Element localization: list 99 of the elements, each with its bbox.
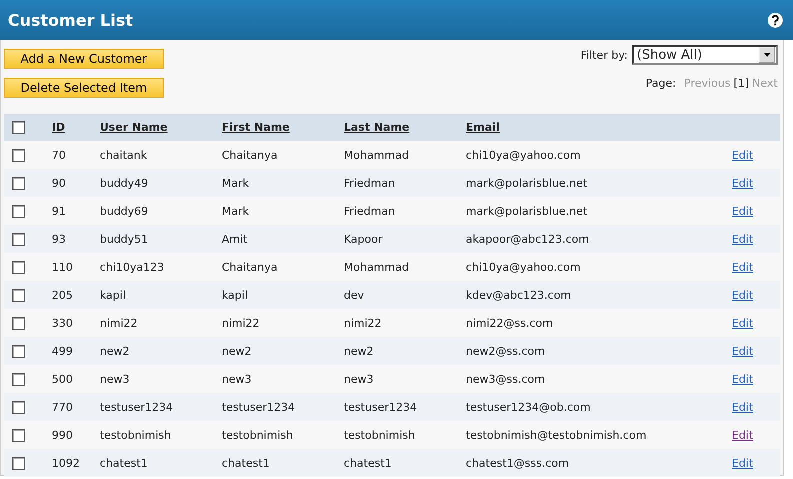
table-cell: testobnimish <box>100 428 172 442</box>
edit-link[interactable]: Edit <box>732 260 754 274</box>
edit-link[interactable]: Edit <box>732 288 754 302</box>
table-cell: nimi22@ss.com <box>466 316 554 330</box>
table-cell: 500 <box>52 372 73 386</box>
column-header[interactable]: Email <box>466 121 500 134</box>
table-cell: Friedman <box>344 204 396 218</box>
table-cell: dev <box>344 288 364 302</box>
edit-link[interactable]: Edit <box>732 400 754 414</box>
table-cell: 330 <box>52 316 73 330</box>
table-cell: 110 <box>52 260 73 274</box>
table-cell: chaitank <box>100 148 148 162</box>
table-cell: new3 <box>100 372 130 386</box>
table-cell: Mark <box>222 204 250 218</box>
table-cell: 205 <box>52 288 73 302</box>
checkbox[interactable] <box>12 288 25 302</box>
table-cell: Amit <box>222 232 248 246</box>
checkbox[interactable] <box>12 204 25 218</box>
table-cell: testobnimish <box>344 428 416 442</box>
table-cell: Mohammad <box>344 260 410 274</box>
checkbox[interactable] <box>12 260 25 274</box>
window-title: Customer List <box>8 10 134 30</box>
table-cell: testobnimish@testobnimish.com <box>466 428 647 442</box>
edit-link[interactable]: Edit <box>732 232 754 246</box>
edit-link[interactable]: Edit <box>732 344 754 358</box>
checkbox[interactable] <box>12 121 25 134</box>
edit-link[interactable]: Edit <box>732 204 754 218</box>
table-cell: 93 <box>52 232 66 246</box>
table-cell: chi10ya123 <box>100 260 164 274</box>
table-cell: testuser1234 <box>100 400 174 414</box>
table-cell: chatest1@sss.com <box>466 456 570 470</box>
table-cell: new3 <box>344 372 374 386</box>
table-cell: kdev@abc123.com <box>466 288 572 302</box>
table-cell: testuser1234 <box>344 400 418 414</box>
table-cell: kapil <box>222 288 248 302</box>
table-cell: buddy49 <box>100 176 148 190</box>
column-header[interactable]: ID <box>52 121 66 134</box>
table-cell: buddy51 <box>100 232 148 246</box>
edit-link[interactable]: Edit <box>732 372 754 386</box>
checkbox[interactable] <box>12 148 25 162</box>
table-cell: testobnimish <box>222 428 294 442</box>
table-cell: chatest1 <box>100 456 148 470</box>
table-cell: new3 <box>222 372 252 386</box>
checkbox[interactable] <box>12 344 25 358</box>
column-header[interactable]: Last Name <box>344 121 410 134</box>
table-cell: testuser1234 <box>222 400 296 414</box>
table-cell: testuser1234@ob.com <box>466 400 591 414</box>
table-cell: Friedman <box>344 176 396 190</box>
help-icon[interactable] <box>768 12 783 28</box>
table-cell: Mohammad <box>344 148 410 162</box>
current-page: [1] <box>734 77 750 90</box>
table-cell: Kapoor <box>344 232 383 246</box>
table-cell: mark@polarisblue.net <box>466 176 588 190</box>
table-cell: Mark <box>222 176 250 190</box>
table-cell: 70 <box>52 148 66 162</box>
table-cell: 91 <box>52 204 66 218</box>
table-cell: 1092 <box>52 456 80 470</box>
table-cell: new2 <box>344 344 374 358</box>
edit-link[interactable]: Edit <box>732 176 754 190</box>
table-cell: Chaitanya <box>222 148 278 162</box>
table-cell: mark@polarisblue.net <box>466 204 588 218</box>
checkbox[interactable] <box>12 176 25 190</box>
checkbox[interactable] <box>12 372 25 386</box>
table-cell: nimi22 <box>222 316 260 330</box>
column-header[interactable]: User Name <box>100 121 168 134</box>
table-cell: chi10ya@yahoo.com <box>466 148 581 162</box>
filter-label: Filter by: <box>580 48 628 62</box>
table-cell: chatest1 <box>222 456 270 470</box>
table-cell: nimi22 <box>100 316 138 330</box>
checkbox[interactable] <box>12 232 25 246</box>
page-label: Page: <box>646 77 676 90</box>
table-cell: new2@ss.com <box>466 344 546 358</box>
table-cell: 90 <box>52 176 66 190</box>
edit-link[interactable]: Edit <box>732 428 754 442</box>
table-cell: new2 <box>100 344 130 358</box>
add-button[interactable]: Add a New Customer <box>4 49 164 69</box>
table-cell: 770 <box>52 400 73 414</box>
table-cell: Chaitanya <box>222 260 278 274</box>
filter-dropdown[interactable]: (Show All) <box>632 45 778 65</box>
dropdown-arrow-icon <box>764 53 770 57</box>
table-cell: new3@ss.com <box>466 372 546 386</box>
table-cell: kapil <box>100 288 126 302</box>
checkbox[interactable] <box>12 316 25 330</box>
table-cell: chi10ya@yahoo.com <box>466 260 581 274</box>
table-cell: akapoor@abc123.com <box>466 232 590 246</box>
checkbox[interactable] <box>12 400 25 414</box>
table-cell: new2 <box>222 344 252 358</box>
table-cell: buddy69 <box>100 204 148 218</box>
edit-link[interactable]: Edit <box>732 456 754 470</box>
table-cell: chatest1 <box>344 456 392 470</box>
edit-link[interactable]: Edit <box>732 316 754 330</box>
table-cell: 990 <box>52 428 73 442</box>
checkbox[interactable] <box>12 428 25 442</box>
checkbox[interactable] <box>12 456 25 470</box>
delete-button[interactable]: Delete Selected Item <box>4 78 164 98</box>
column-header[interactable]: First Name <box>222 121 290 134</box>
table-cell: nimi22 <box>344 316 382 330</box>
table-cell: 499 <box>52 344 73 358</box>
edit-link[interactable]: Edit <box>732 148 754 162</box>
